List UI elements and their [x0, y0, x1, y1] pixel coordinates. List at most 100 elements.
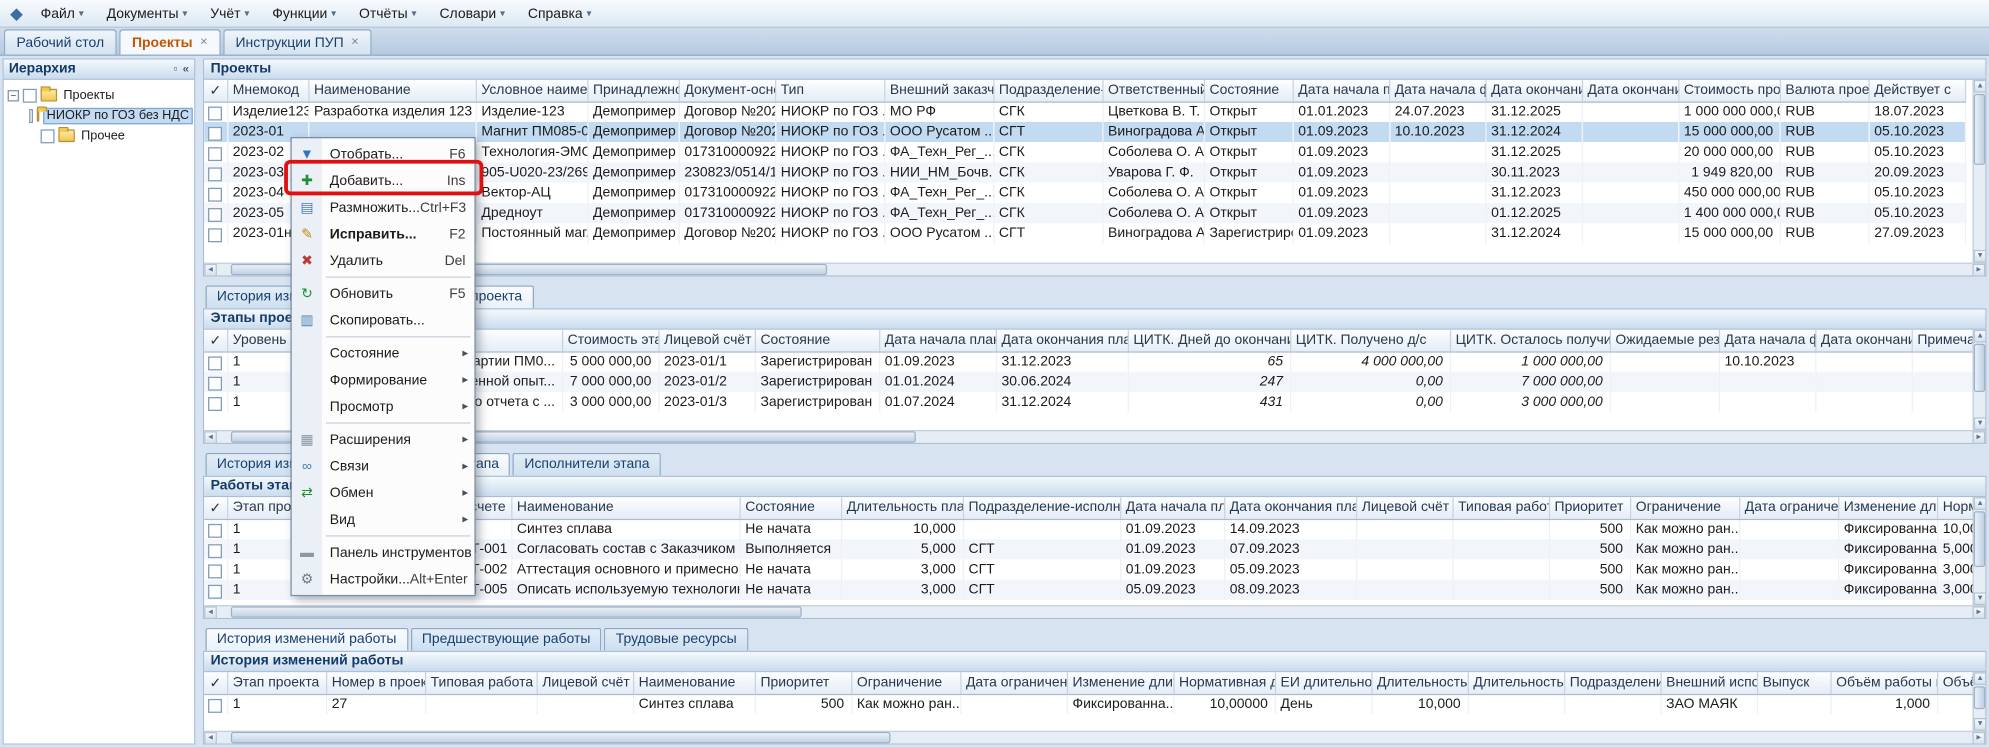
column-header[interactable]: Стоимость этапа: [562, 330, 658, 352]
scroll-thumb[interactable]: [1974, 686, 1985, 709]
column-header[interactable]: Ограничение: [1630, 497, 1739, 519]
column-header[interactable]: Дата начала план: [1120, 497, 1224, 519]
select-all-header[interactable]: ✓: [204, 80, 227, 102]
column-header[interactable]: Лицевой счёт затрат: [658, 330, 754, 352]
column-header[interactable]: Нормативная длит: [1173, 672, 1274, 694]
column-header[interactable]: Объём работы пл: [1830, 672, 1937, 694]
column-header[interactable]: Примечание: [1912, 330, 1973, 352]
column-header[interactable]: Типовая работа: [1452, 497, 1548, 519]
pin-icon[interactable]: ▫: [174, 60, 178, 79]
column-header[interactable]: Состояние: [740, 497, 841, 519]
column-header[interactable]: Дата ограничения: [1739, 497, 1838, 519]
column-header[interactable]: ЦИТК. Получено д/с: [1290, 330, 1450, 352]
checkbox[interactable]: [208, 376, 222, 390]
scroll-down-button[interactable]: ▼: [1974, 250, 1987, 263]
column-header[interactable]: Внешний заказчик: [884, 80, 993, 102]
scroll-thumb[interactable]: [1974, 511, 1985, 567]
column-header[interactable]: Документ-основан: [679, 80, 775, 102]
checkbox[interactable]: [208, 126, 222, 140]
menubar-item[interactable]: Учёт▾: [199, 0, 261, 27]
scroll-thumb[interactable]: [231, 606, 802, 617]
column-header[interactable]: Подразделение-от: [993, 80, 1102, 102]
column-header[interactable]: Наименование: [633, 672, 755, 694]
v-scrollbar[interactable]: ▲▼: [1973, 672, 1986, 730]
menubar-item[interactable]: Словари▾: [428, 0, 516, 27]
column-header[interactable]: Типовая работа: [425, 672, 537, 694]
tree-item[interactable]: НИОКР по ГОЗ без НДС: [8, 105, 193, 125]
context-item-formation[interactable]: Формирование▸: [292, 367, 475, 394]
checkbox[interactable]: [208, 207, 222, 221]
column-header[interactable]: Длительность план▼: [841, 497, 963, 519]
select-all-header[interactable]: ✓: [204, 497, 227, 519]
column-header[interactable]: Ожидаемые резул: [1610, 330, 1719, 352]
column-header[interactable]: Этап проекта: [227, 672, 326, 694]
scroll-up-button[interactable]: ▲: [1974, 330, 1987, 343]
checkbox[interactable]: [208, 396, 222, 410]
scroll-up-button[interactable]: ▲: [1974, 497, 1987, 510]
column-header[interactable]: Дата начала план: [1293, 80, 1389, 102]
column-header[interactable]: Приоритет: [755, 672, 851, 694]
column-header[interactable]: Дата окончания ф: [1582, 80, 1678, 102]
context-item-refresh[interactable]: ↻ОбновитьF5: [292, 280, 475, 307]
column-header[interactable]: Длительность фак: [1468, 672, 1564, 694]
menubar-item[interactable]: Справка▾: [516, 0, 602, 27]
context-item-edit[interactable]: ✎Исправить...F2: [292, 221, 475, 248]
context-item-links[interactable]: ∞Связи▸: [292, 453, 475, 480]
document-tab[interactable]: Проекты×: [119, 29, 220, 54]
select-all-header[interactable]: ✓: [204, 330, 227, 352]
context-item-appearance[interactable]: Вид▸: [292, 506, 475, 533]
scroll-thumb[interactable]: [231, 732, 891, 743]
h-scrollbar[interactable]: ◄►: [204, 605, 1985, 618]
column-header[interactable]: Дата окончания план: [1224, 497, 1356, 519]
tree-item[interactable]: −Проекты: [8, 85, 193, 105]
column-header[interactable]: Дата окончания план: [996, 330, 1128, 352]
scroll-right-button[interactable]: ►: [1973, 264, 1986, 277]
context-item-delete[interactable]: ✖УдалитьDel: [292, 247, 475, 274]
column-header[interactable]: Принадлежность: [587, 80, 678, 102]
column-header[interactable]: Приоритет: [1549, 497, 1630, 519]
scroll-up-button[interactable]: ▲: [1974, 672, 1987, 685]
column-header[interactable]: Подразделение-ис: [1564, 672, 1660, 694]
scroll-left-button[interactable]: ◄: [204, 264, 217, 277]
v-scrollbar[interactable]: ▲▼: [1973, 330, 1986, 430]
document-tab[interactable]: Рабочий стол: [4, 29, 117, 54]
collapse-icon[interactable]: «: [183, 60, 189, 79]
menubar-item[interactable]: Документы▾: [95, 0, 199, 27]
context-item-extensions[interactable]: ▦Расширения▸: [292, 426, 475, 453]
checkbox[interactable]: [208, 584, 222, 598]
checkbox[interactable]: [208, 524, 222, 538]
table-row[interactable]: 127Синтез сплава500Как можно ран...Фикси…: [204, 694, 1972, 714]
column-header[interactable]: Изменение длител: [1838, 497, 1937, 519]
checkbox[interactable]: [208, 187, 222, 201]
column-header[interactable]: ЦИТК. Дней до окончания: [1128, 330, 1290, 352]
scroll-right-button[interactable]: ►: [1973, 732, 1986, 745]
column-header[interactable]: Нормативная длит: [1937, 497, 1973, 519]
context-item-add[interactable]: ✚Добавить...Ins: [292, 167, 475, 194]
context-item-toolbar[interactable]: ▬Панель инструментов: [292, 539, 475, 566]
context-item-copy[interactable]: ▥Скопировать...: [292, 307, 475, 334]
h-scrollbar[interactable]: ◄►: [204, 731, 1985, 744]
select-all-header[interactable]: ✓: [204, 672, 227, 694]
column-header[interactable]: Дата окончания пл: [1485, 80, 1581, 102]
column-header[interactable]: Выпуск: [1757, 672, 1831, 694]
checkbox[interactable]: [208, 167, 222, 181]
panel-splitter[interactable]: [195, 58, 203, 744]
scroll-down-button[interactable]: ▼: [1974, 592, 1987, 605]
column-header[interactable]: Дата окончания ф: [1815, 330, 1911, 352]
column-header[interactable]: Объём работы фа: [1937, 672, 1973, 694]
column-header[interactable]: Состояние: [1204, 80, 1293, 102]
tree-item[interactable]: Прочее: [8, 126, 193, 146]
expander-icon[interactable]: −: [8, 89, 19, 100]
scroll-right-button[interactable]: ►: [1973, 606, 1986, 619]
close-icon[interactable]: ×: [351, 36, 358, 50]
context-item-exchange[interactable]: ⇄Обмен▸: [292, 479, 475, 506]
column-header[interactable]: Лицевой счёт затр: [1356, 497, 1452, 519]
scroll-down-button[interactable]: ▼: [1974, 718, 1987, 731]
checkbox[interactable]: [208, 544, 222, 558]
column-header[interactable]: Наименование: [511, 497, 739, 519]
scroll-thumb[interactable]: [1974, 94, 1985, 165]
column-header[interactable]: Ответственный: [1102, 80, 1203, 102]
scroll-left-button[interactable]: ◄: [204, 732, 217, 745]
v-scrollbar[interactable]: ▲▼: [1973, 80, 1986, 263]
column-header[interactable]: Наименование: [308, 80, 475, 102]
